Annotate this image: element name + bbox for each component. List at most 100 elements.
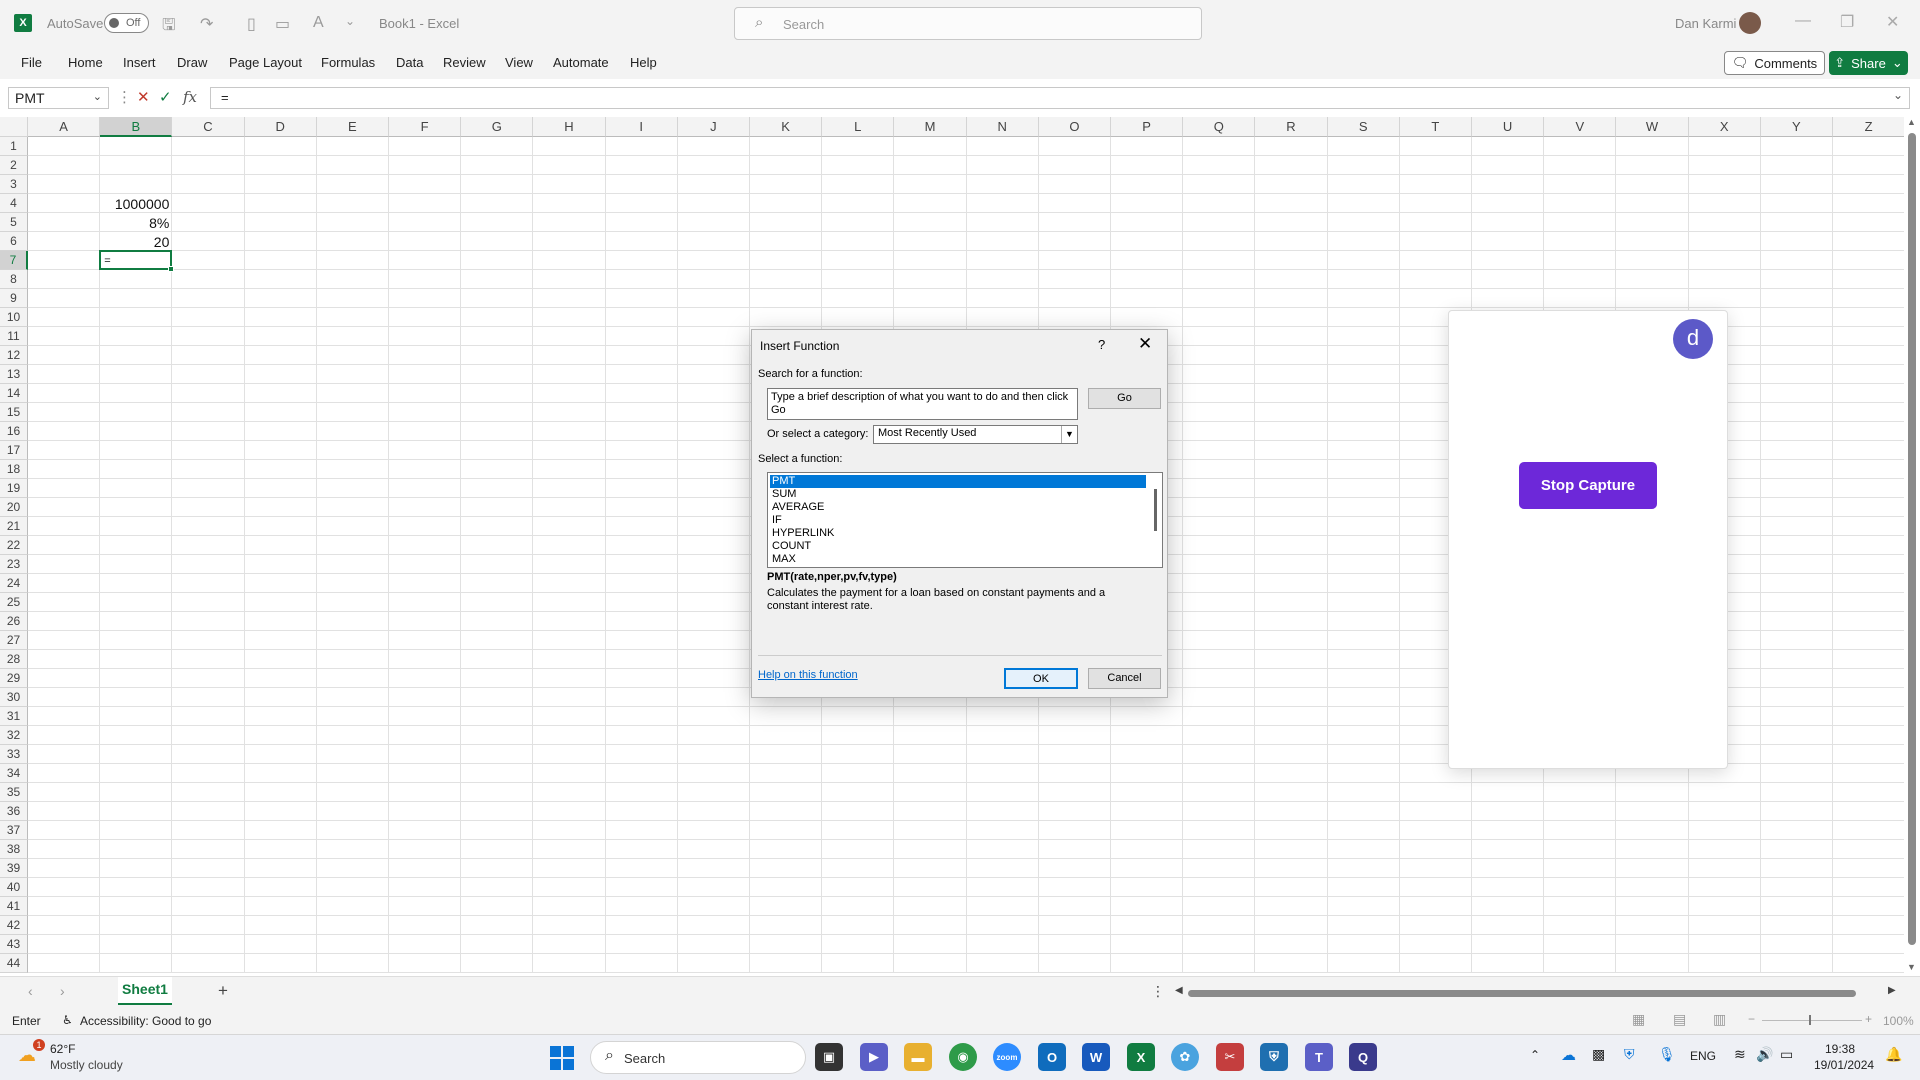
row-header-2[interactable]: 2	[0, 156, 28, 175]
function-list-item[interactable]: COUNT	[770, 540, 811, 553]
horizontal-scroll-thumb[interactable]	[1188, 990, 1856, 997]
font-color-icon[interactable]: A	[313, 14, 324, 32]
prev-sheet-icon[interactable]: ‹	[28, 983, 33, 999]
column-header-x[interactable]: X	[1688, 117, 1761, 137]
row-header-24[interactable]: 24	[0, 574, 28, 593]
row-header-42[interactable]: 42	[0, 916, 28, 935]
column-header-s[interactable]: S	[1327, 117, 1400, 137]
page-layout-view-icon[interactable]: ▤	[1673, 1011, 1686, 1028]
column-header-i[interactable]: I	[605, 117, 678, 137]
row-header-38[interactable]: 38	[0, 840, 28, 859]
notifications-icon[interactable]: 🔔	[1885, 1046, 1902, 1063]
column-header-l[interactable]: L	[822, 117, 895, 137]
chevron-down-icon[interactable]: ⌄	[93, 90, 102, 103]
row-header-7[interactable]: 7	[0, 251, 28, 270]
function-list-item[interactable]: SUM	[770, 488, 796, 501]
file-explorer-icon[interactable]: ▬	[904, 1043, 932, 1071]
enter-entry-icon[interactable]: ✓	[159, 88, 172, 106]
row-header-32[interactable]: 32	[0, 726, 28, 745]
row-header-11[interactable]: 11	[0, 327, 28, 346]
name-box[interactable]: PMT ⌄	[8, 87, 109, 109]
row-header-30[interactable]: 30	[0, 688, 28, 707]
column-header-j[interactable]: J	[677, 117, 750, 137]
zoom-slider-thumb[interactable]	[1809, 1015, 1811, 1025]
user-name[interactable]: Dan Karmi	[1675, 16, 1736, 31]
column-header-f[interactable]: F	[389, 117, 462, 137]
tab-insert[interactable]: Insert	[123, 55, 156, 70]
row-header-33[interactable]: 33	[0, 745, 28, 764]
row-header-37[interactable]: 37	[0, 821, 28, 840]
customize-toolbar-icon[interactable]: ⌄	[345, 14, 355, 28]
defender-icon[interactable]: ⛨	[1260, 1043, 1288, 1071]
zoom-level[interactable]: 100%	[1883, 1014, 1914, 1028]
row-header-22[interactable]: 22	[0, 536, 28, 555]
column-header-u[interactable]: U	[1472, 117, 1545, 137]
row-header-27[interactable]: 27	[0, 631, 28, 650]
cell-b5[interactable]: 8%	[100, 214, 172, 233]
ok-button[interactable]: OK	[1004, 668, 1078, 689]
column-header-n[interactable]: N	[966, 117, 1039, 137]
column-header-t[interactable]: T	[1399, 117, 1472, 137]
column-header-g[interactable]: G	[461, 117, 534, 137]
help-link[interactable]: Help on this function	[758, 669, 858, 681]
function-list-item[interactable]: PMT	[770, 475, 1146, 488]
save-icon[interactable]: 🖫	[162, 14, 176, 41]
tab-view[interactable]: View	[505, 55, 533, 70]
row-header-26[interactable]: 26	[0, 612, 28, 631]
sheet-tab-active[interactable]: Sheet1	[118, 977, 172, 1005]
browser-icon[interactable]: ✿	[1171, 1043, 1199, 1071]
cell-b4[interactable]: 1000000	[100, 195, 172, 214]
row-header-16[interactable]: 16	[0, 422, 28, 441]
column-header-d[interactable]: D	[244, 117, 317, 137]
word-icon[interactable]: W	[1082, 1043, 1110, 1071]
cancel-button[interactable]: Cancel	[1088, 668, 1161, 689]
go-button[interactable]: Go	[1088, 388, 1161, 409]
clock-date[interactable]: 19/01/2024	[1814, 1058, 1874, 1072]
scroll-up-icon[interactable]: ▲	[1907, 117, 1916, 127]
share-button[interactable]: ⇪ Share ⌄	[1829, 51, 1908, 75]
row-header-44[interactable]: 44	[0, 954, 28, 973]
redo-icon[interactable]: ↷	[200, 14, 213, 34]
normal-view-icon[interactable]: ▦	[1632, 1011, 1645, 1028]
chevron-down-icon[interactable]: ▼	[1061, 426, 1077, 443]
microphone-icon[interactable]: 🎙	[1658, 1046, 1676, 1063]
vertical-scrollbar[interactable]: ▲ ▼	[1904, 117, 1920, 976]
scroll-right-icon[interactable]: ▶	[1888, 985, 1896, 996]
row-header-31[interactable]: 31	[0, 707, 28, 726]
row-header-23[interactable]: 23	[0, 555, 28, 574]
column-header-q[interactable]: Q	[1183, 117, 1256, 137]
quickassist-icon[interactable]: Q	[1349, 1043, 1377, 1071]
teams-icon[interactable]: T	[1305, 1043, 1333, 1071]
insert-function-icon[interactable]: fx	[183, 88, 197, 106]
row-header-25[interactable]: 25	[0, 593, 28, 612]
teams-chat-icon[interactable]: ▶	[860, 1043, 888, 1071]
onedrive-icon[interactable]: ☁	[1561, 1046, 1576, 1064]
column-header-m[interactable]: M	[894, 117, 967, 137]
title-search-box[interactable]: ⌕ Search	[734, 7, 1202, 40]
row-header-5[interactable]: 5	[0, 213, 28, 232]
tab-file[interactable]: File	[21, 55, 42, 70]
language-indicator[interactable]: ENG	[1690, 1049, 1716, 1063]
row-header-28[interactable]: 28	[0, 650, 28, 669]
tab-help[interactable]: Help	[630, 55, 657, 70]
row-header-34[interactable]: 34	[0, 764, 28, 783]
column-header-p[interactable]: P	[1111, 117, 1184, 137]
accessibility-status[interactable]: Accessibility: Good to go	[80, 1014, 211, 1028]
row-header-35[interactable]: 35	[0, 783, 28, 802]
user-avatar[interactable]	[1739, 12, 1761, 34]
row-header-13[interactable]: 13	[0, 365, 28, 384]
row-header-6[interactable]: 6	[0, 232, 28, 251]
app-tray-icon[interactable]: ▩	[1592, 1046, 1605, 1063]
scroll-down-icon[interactable]: ▼	[1907, 962, 1916, 972]
column-header-r[interactable]: R	[1255, 117, 1328, 137]
row-header-40[interactable]: 40	[0, 878, 28, 897]
row-header-19[interactable]: 19	[0, 479, 28, 498]
minimize-icon[interactable]: —	[1795, 12, 1811, 30]
row-header-17[interactable]: 17	[0, 441, 28, 460]
battery-icon[interactable]: ▭	[1780, 1046, 1793, 1063]
row-header-1[interactable]: 1	[0, 137, 28, 156]
formula-input[interactable]: =	[210, 87, 1910, 109]
chevron-up-icon[interactable]: ⌃	[1530, 1048, 1540, 1062]
column-header-h[interactable]: H	[533, 117, 606, 137]
zoom-app-icon[interactable]: zoom	[993, 1043, 1021, 1071]
